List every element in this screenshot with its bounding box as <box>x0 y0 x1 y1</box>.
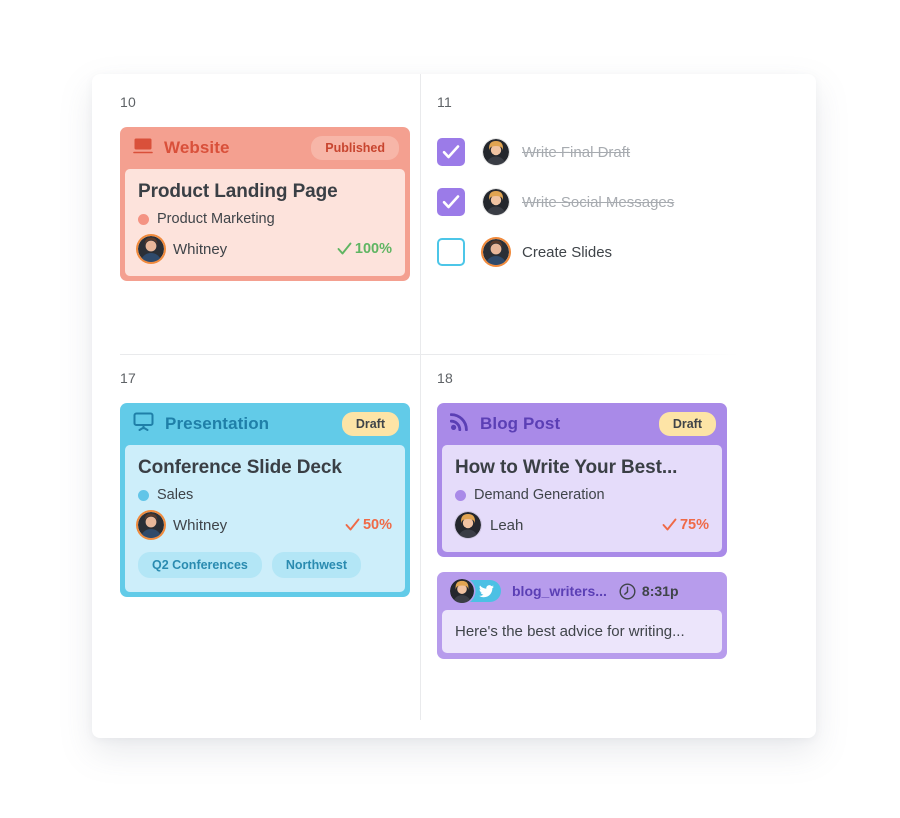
check-icon <box>345 518 360 532</box>
card-body: How to Write Your Best... Demand Generat… <box>442 445 722 552</box>
avatar[interactable] <box>138 236 164 262</box>
clock-icon <box>619 582 636 600</box>
progress-indicator: 75% <box>662 517 709 533</box>
status-badge[interactable]: Draft <box>658 412 716 436</box>
task-checkbox[interactable] <box>437 188 465 216</box>
card-title: Product Landing Page <box>138 181 338 202</box>
card-footer: Whitney 100% <box>138 236 392 262</box>
card-header: Website Published <box>120 127 410 169</box>
social-message: Here's the best advice for writing... <box>442 610 722 653</box>
calendar-panel: 10 Website Published Product Landing Pag… <box>92 74 816 738</box>
content-card-presentation[interactable]: Presentation Draft Conference Slide Deck… <box>120 403 410 597</box>
avatar[interactable] <box>483 239 509 265</box>
category-label: Demand Generation <box>474 487 605 503</box>
check-icon <box>662 518 677 532</box>
category-dot <box>455 489 466 501</box>
progress-value: 50% <box>362 517 392 533</box>
day-number: 18 <box>437 370 453 386</box>
avatar[interactable] <box>455 512 481 538</box>
card-footer: Whitney 50% <box>138 512 392 538</box>
list-item[interactable]: Create Slides <box>437 227 727 277</box>
card-type-label: Blog Post <box>480 414 561 433</box>
social-handle: blog_writers... <box>512 583 607 599</box>
avatar[interactable] <box>138 512 164 538</box>
day-number: 10 <box>120 94 136 110</box>
day-number: 17 <box>120 370 136 386</box>
task-label: Write Final Draft <box>522 143 631 161</box>
progress-value: 100% <box>354 241 392 257</box>
grid-horizontal-divider <box>120 354 740 355</box>
task-label: Create Slides <box>522 243 613 261</box>
monitor-icon <box>133 137 153 160</box>
assignee-name: Whitney <box>173 240 228 258</box>
tag-row: Q2 Conferences Northwest <box>138 552 392 578</box>
card-title: How to Write Your Best... <box>455 457 678 478</box>
social-avatar-group <box>450 579 501 603</box>
list-item[interactable]: Write Social Messages <box>437 177 727 227</box>
progress-value: 75% <box>679 517 709 533</box>
day-number: 11 <box>437 94 452 110</box>
content-card-blog-post[interactable]: Blog Post Draft How to Write Your Best..… <box>437 403 727 557</box>
projector-screen-icon <box>133 412 154 436</box>
tag-chip[interactable]: Northwest <box>271 552 361 578</box>
content-card-website[interactable]: Website Published Product Landing Page P… <box>120 127 410 281</box>
status-badge[interactable]: Published <box>311 136 399 160</box>
card-title: Conference Slide Deck <box>138 457 342 478</box>
task-label: Write Social Messages <box>522 193 675 211</box>
card-header: Blog Post Draft <box>437 403 727 445</box>
rss-icon <box>449 412 469 436</box>
social-time: 8:31p <box>641 583 679 599</box>
calendar-cell-10[interactable]: 10 Website Published Product Landing Pag… <box>120 94 410 281</box>
social-post-card[interactable]: blog_writers... 8:31p Here's the best ad… <box>437 572 727 659</box>
assignee-name: Leah <box>490 516 524 534</box>
check-icon <box>337 242 352 256</box>
card-category: Product Marketing <box>138 211 392 227</box>
card-header: Presentation Draft <box>120 403 410 445</box>
assignee-name: Whitney <box>173 516 228 534</box>
calendar-cell-11[interactable]: 11 Write Final Draft Write Social Messag… <box>437 94 727 277</box>
card-body: Product Landing Page Product Marketing W… <box>125 169 405 276</box>
card-category: Demand Generation <box>455 487 709 503</box>
task-checklist: Write Final Draft Write Social Messages … <box>437 127 727 277</box>
category-dot <box>138 489 149 501</box>
avatar[interactable] <box>483 189 509 215</box>
calendar-cell-17[interactable]: 17 Presentation Draft Conference Slide D… <box>120 370 410 597</box>
category-label: Sales <box>157 487 194 503</box>
calendar-cell-18[interactable]: 18 Blog Post Draft How to Write Your Bes… <box>437 370 727 659</box>
grid-vertical-divider <box>420 74 421 720</box>
progress-indicator: 100% <box>337 241 392 257</box>
card-footer: Leah 75% <box>455 512 709 538</box>
category-label: Product Marketing <box>157 211 275 227</box>
avatar[interactable] <box>483 139 509 165</box>
card-body: Conference Slide Deck Sales Whitney 50% … <box>125 445 405 592</box>
tag-chip[interactable]: Q2 Conferences <box>138 552 262 578</box>
task-checkbox[interactable] <box>437 138 465 166</box>
card-type-label: Presentation <box>165 414 270 433</box>
category-dot <box>138 213 149 225</box>
task-checkbox[interactable] <box>437 238 465 266</box>
list-item[interactable]: Write Final Draft <box>437 127 727 177</box>
progress-indicator: 50% <box>345 517 392 533</box>
card-category: Sales <box>138 487 392 503</box>
card-type-label: Website <box>164 138 230 157</box>
social-card-header: blog_writers... 8:31p <box>437 572 727 610</box>
avatar[interactable] <box>450 579 474 603</box>
status-badge[interactable]: Draft <box>341 412 399 436</box>
